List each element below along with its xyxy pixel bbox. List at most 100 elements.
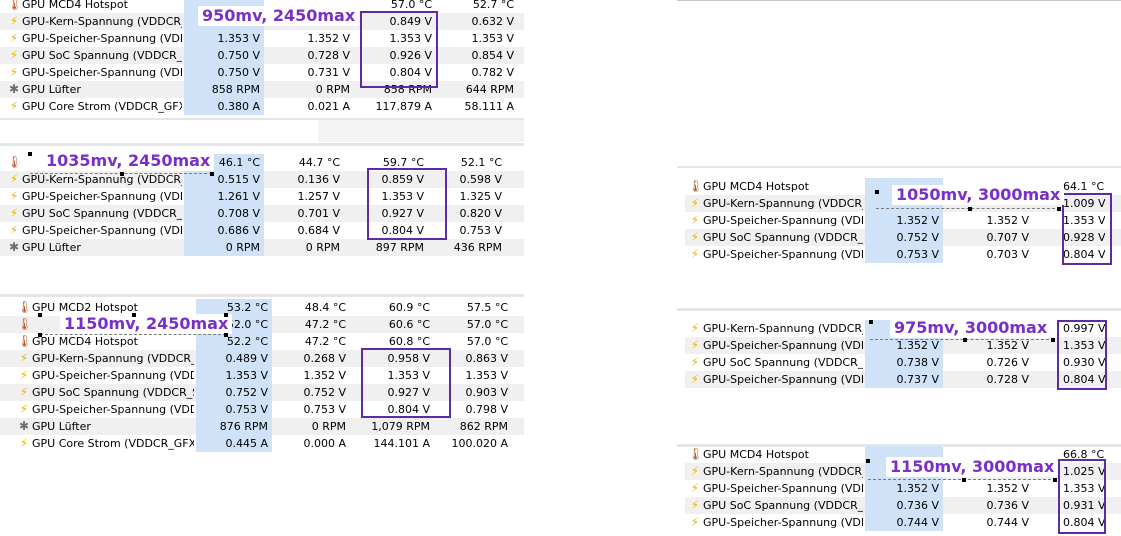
bolt-icon: ⚡ [690, 515, 700, 529]
max-value: 1,079 RPM [371, 420, 430, 433]
min-value: 0.268 V [303, 352, 346, 365]
sensor-row[interactable]: ⚡ GPU Core Strom (VDDCR_GFX) 0.445 A 0.000 … [0, 435, 524, 452]
bolt-icon: ⚡ [690, 498, 700, 512]
avg-value: 862 RPM [459, 420, 508, 433]
avg-value: 58.111 A [464, 100, 514, 113]
current-value: 0.489 V [196, 350, 272, 367]
avg-value: 52.1 °C [460, 156, 502, 169]
highlight-box [360, 11, 438, 88]
resize-handle[interactable] [224, 333, 228, 337]
min-value: 44.7 °C [298, 156, 340, 169]
sensor-row[interactable]: ⚡ GPU-Speicher-Spannung (VDD... 0.753 V 0.7… [685, 246, 1121, 263]
sensor-name: GPU SoC Spannung (VDDCR_S... [703, 356, 863, 369]
sensor-row[interactable]: ⚡ GPU Core Strom (VDDCR_GFX) 0.380 A 0.021 … [0, 98, 524, 115]
max-value: 60.9 °C [388, 301, 430, 314]
avg-value: 1.353 V [471, 32, 514, 45]
bolt-icon: ⚡ [9, 172, 19, 186]
highlight-box [1058, 459, 1106, 534]
resize-handle[interactable] [962, 478, 966, 482]
sensor-name: GPU SoC Spannung (VDDCR_S... [703, 499, 863, 512]
current-value: 0.686 V [184, 222, 264, 239]
min-value: 0.684 V [297, 224, 340, 237]
current-value: 876 RPM [196, 418, 272, 435]
avg-value: 0.854 V [471, 49, 514, 62]
resize-handle[interactable] [869, 320, 873, 324]
current-value: 0.380 A [184, 98, 264, 115]
sensor-name: GPU-Speicher-Spannung (VDD... [703, 248, 863, 261]
sensor-name: GPU-Speicher-Spannung (VDDIO) [32, 369, 194, 382]
sensor-row[interactable]: ⚡GPU-Speicher-Spannung (VDDIO)1.352 V1.3… [685, 212, 1121, 229]
min-value: 1.352 V [986, 482, 1029, 495]
min-value: 0.021 A [307, 100, 350, 113]
sensor-name: GPU-Speicher-Spannung (VDDIO) [22, 190, 182, 203]
resize-handle[interactable] [963, 338, 967, 342]
sensor-row[interactable]: ⚡ GPU SoC Spannung (VDDCR_S... 0.752 V 0.70… [685, 229, 1121, 246]
thermometer-icon: 🌡 [17, 334, 33, 348]
highlight-box [1057, 320, 1107, 390]
sensor-row[interactable]: ✱ GPU Lüfter 0 RPM 0 RPM 897 RPM 436 RPM [0, 239, 524, 256]
resize-handle[interactable] [1051, 338, 1055, 342]
annotation-label: 1150mv, 3000max [886, 457, 1059, 477]
resize-handle[interactable] [38, 313, 42, 317]
resize-handle[interactable] [38, 333, 42, 337]
sensor-row[interactable]: ⚡ GPU-Speicher-Spannung (VDD... 0.744 V 0.7… [685, 514, 1121, 531]
avg-value: 57.5 °C [466, 301, 508, 314]
thermometer-icon: 🌡 [688, 179, 704, 193]
bolt-icon: ⚡ [9, 189, 19, 203]
resize-handle[interactable] [224, 313, 228, 317]
sensor-row[interactable]: ⚡ GPU SoC Spannung (VDDCR_S... 0.736 V 0.73… [685, 497, 1121, 514]
sensor-row[interactable]: ⚡ GPU SoC Spannung (VDDCR_S... 0.738 V 0.72… [685, 354, 1121, 371]
avg-value: 100.020 A [451, 437, 508, 450]
resize-handle[interactable] [1057, 207, 1061, 211]
fan-icon: ✱ [18, 419, 30, 433]
bolt-icon: ⚡ [9, 65, 19, 79]
sensor-name: GPU-Kern-Spannung (VDDCR_... [32, 352, 194, 365]
sensor-row[interactable]: ⚡ GPU-Speicher-Spannung (VDD... 0.737 V 0.7… [685, 371, 1121, 388]
max-value: 144.101 A [373, 437, 430, 450]
resize-handle[interactable] [968, 207, 972, 211]
bolt-icon: ⚡ [9, 48, 19, 62]
current-value: 1.353 V [196, 367, 272, 384]
highlight-box [361, 348, 451, 418]
resize-handle[interactable] [866, 459, 870, 463]
resize-handle[interactable] [28, 152, 32, 156]
min-value: 0 RPM [311, 420, 346, 433]
sensor-row[interactable]: ✱ GPU Lüfter 858 RPM 0 RPM 858 RPM 644 RPM [0, 81, 524, 98]
sensor-row[interactable]: ⚡GPU-Speicher-Spannung (VDDIO)1.352 V1.3… [685, 480, 1121, 497]
sensor-name: GPU Core Strom (VDDCR_GFX) [32, 437, 194, 450]
current-value: 0.736 V [865, 497, 943, 514]
resize-handle[interactable] [210, 172, 214, 176]
sensor-row[interactable]: ⚡GPU-Speicher-Spannung (VDDIO)1.353 V1.3… [0, 30, 524, 47]
resize-handle[interactable] [875, 190, 879, 194]
sensor-name: GPU-Speicher-Spannung (VDD... [32, 403, 194, 416]
current-value: 0.445 A [196, 435, 272, 452]
avg-value: 436 RPM [453, 241, 502, 254]
sensor-row[interactable]: ⚡ GPU-Speicher-Spannung (VDD... 0.750 V 0.7… [0, 64, 524, 81]
current-value: 1.353 V [184, 30, 264, 47]
resize-handle[interactable] [1053, 478, 1057, 482]
bolt-icon: ⚡ [690, 338, 700, 352]
thermometer-icon: 🌡 [17, 317, 33, 331]
min-value: 0.731 V [307, 66, 350, 79]
bolt-icon: ⚡ [19, 368, 29, 382]
sensor-name: GPU-Speicher-Spannung (VDDIO) [703, 482, 863, 495]
min-value: 0.000 A [303, 437, 346, 450]
sensor-row[interactable]: ✱ GPU Lüfter 876 RPM 0 RPM 1,079 RPM 862 RPM [0, 418, 524, 435]
bolt-icon: ⚡ [690, 372, 700, 386]
bolt-icon: ⚡ [690, 230, 700, 244]
highlight-box [1062, 193, 1112, 265]
resize-handle[interactable] [120, 172, 124, 176]
current-value: 1.352 V [865, 480, 943, 497]
sensor-name: GPU-Speicher-Spannung (VDD... [703, 373, 863, 386]
resize-handle[interactable] [132, 313, 136, 317]
divider-band [318, 120, 524, 142]
sensor-row[interactable]: ⚡ GPU SoC Spannung (VDDCR_S... 0.750 V 0.72… [0, 47, 524, 64]
bolt-icon: ⚡ [690, 481, 700, 495]
sensor-name: GPU-Speicher-Spannung (VDD... [22, 66, 182, 79]
sensor-name: GPU-Speicher-Spannung (VDD... [22, 224, 182, 237]
avg-value: 0.820 V [459, 207, 502, 220]
min-value: 0 RPM [305, 241, 340, 254]
max-value: 117.879 A [375, 100, 432, 113]
annotation-label: 1035mv, 2450max [42, 151, 215, 171]
divider-band [677, 166, 1121, 168]
